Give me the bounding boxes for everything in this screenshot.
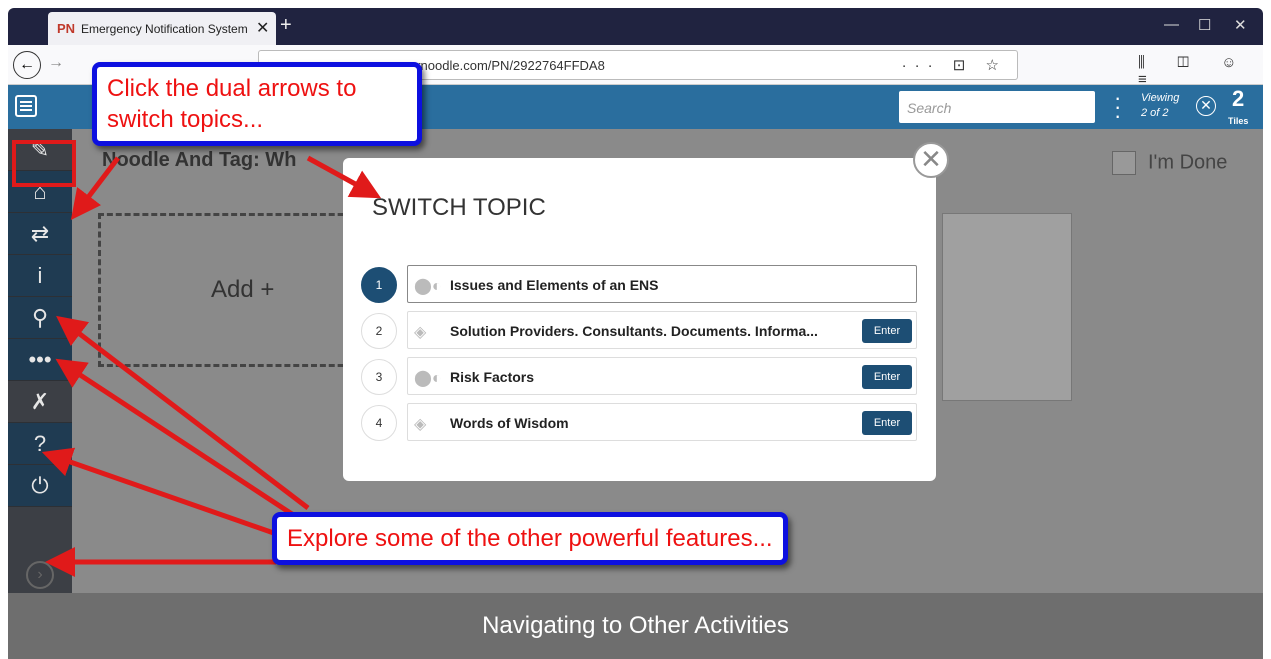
arrow-to-switch (70, 156, 120, 220)
arrow-to-modal (306, 155, 382, 199)
callout-switch-topics: Click the dual arrows to switch topics..… (92, 62, 422, 146)
screenshot-frame: PN Emergency Notification System ✕ + — ☐… (8, 8, 1263, 659)
arrow-to-search (56, 315, 310, 510)
caption-footer: Navigating to Other Activities (8, 593, 1263, 659)
callout-explore-features: Explore some of the other powerful featu… (272, 512, 788, 565)
arrow-to-dots (55, 358, 300, 521)
